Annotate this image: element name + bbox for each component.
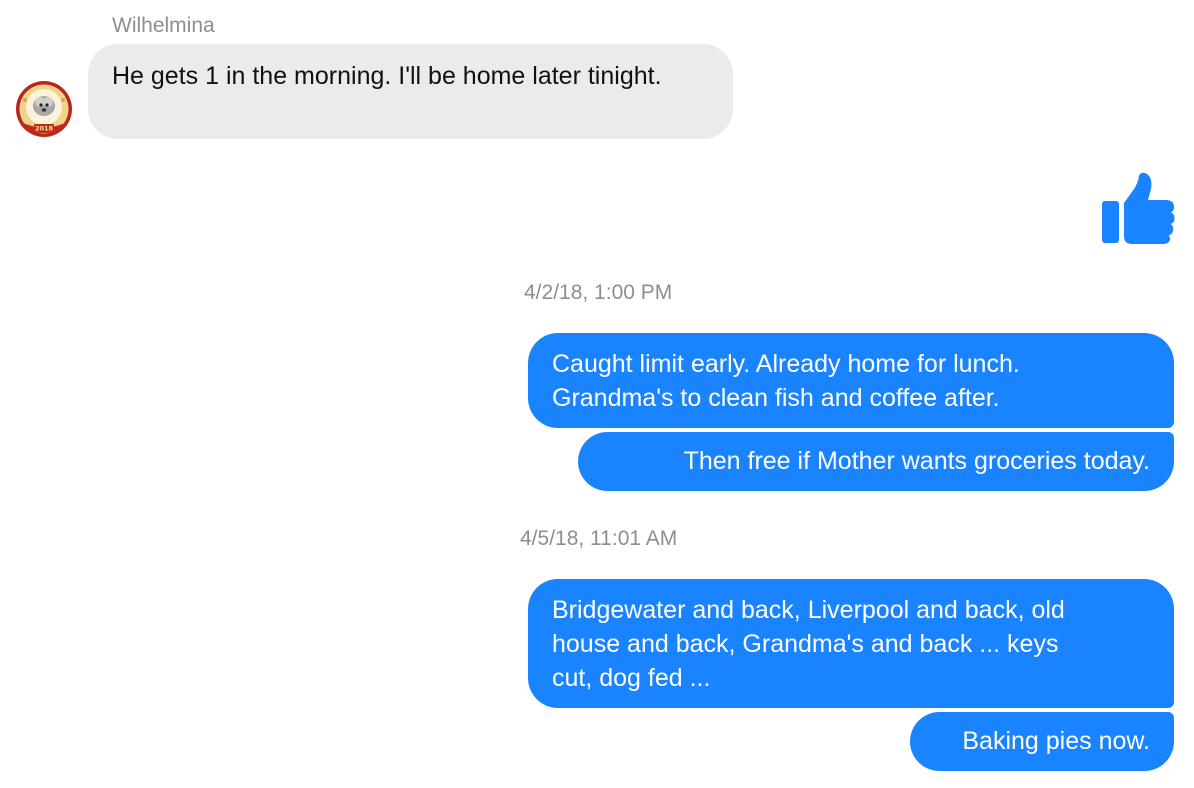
outgoing-message-bubble[interactable]: Bridgewater and back, Liverpool and back… xyxy=(528,579,1174,708)
incoming-message-bubble[interactable]: He gets 1 in the morning. I'll be home l… xyxy=(88,44,733,139)
avatar-label: 2018 xyxy=(35,125,54,133)
timestamp: 4/5/18, 11:01 AM xyxy=(520,527,678,550)
avatar-image: 2018 xyxy=(16,81,72,137)
outgoing-message-bubble[interactable]: Then free if Mother wants groceries toda… xyxy=(578,432,1174,491)
sender-name: Wilhelmina xyxy=(112,14,215,37)
avatar[interactable]: 2018 xyxy=(15,80,73,138)
outgoing-message-bubble[interactable]: Caught limit early. Already home for lun… xyxy=(528,333,1174,428)
timestamp: 4/2/18, 1:00 PM xyxy=(524,281,673,304)
outgoing-message-bubble[interactable]: Baking pies now. xyxy=(910,712,1174,771)
thumbs-up-icon[interactable] xyxy=(1100,172,1176,246)
